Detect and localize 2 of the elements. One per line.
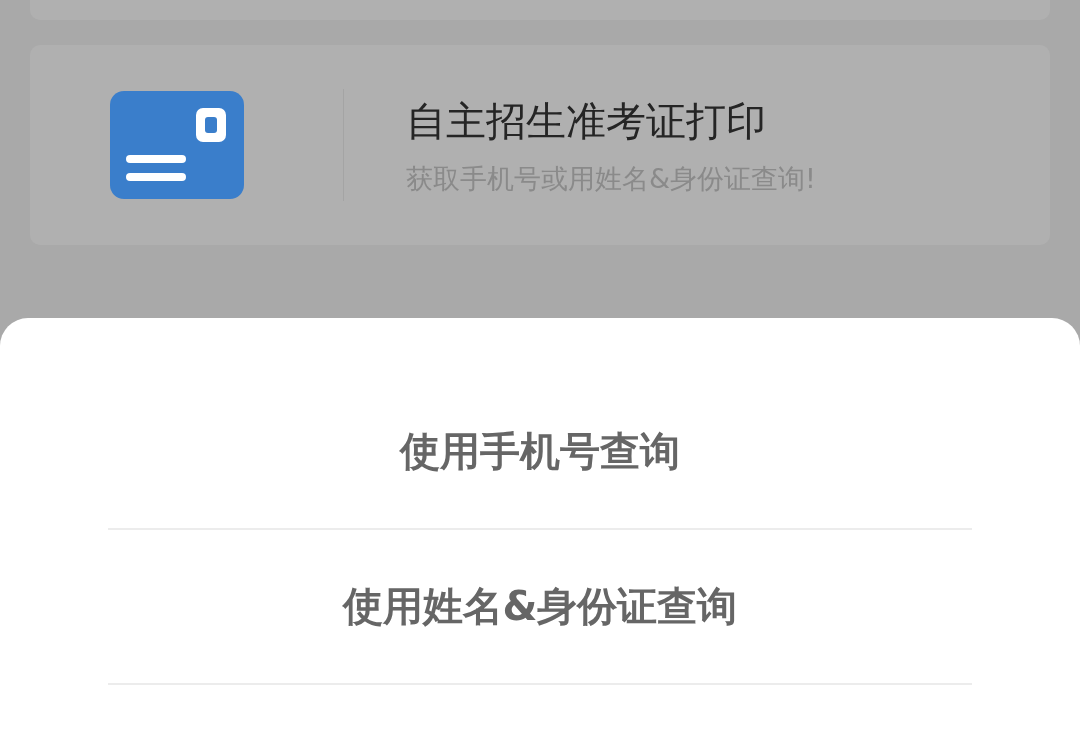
card-title: 自主招生准考证打印 <box>406 96 767 146</box>
id-card-icon <box>110 91 244 199</box>
